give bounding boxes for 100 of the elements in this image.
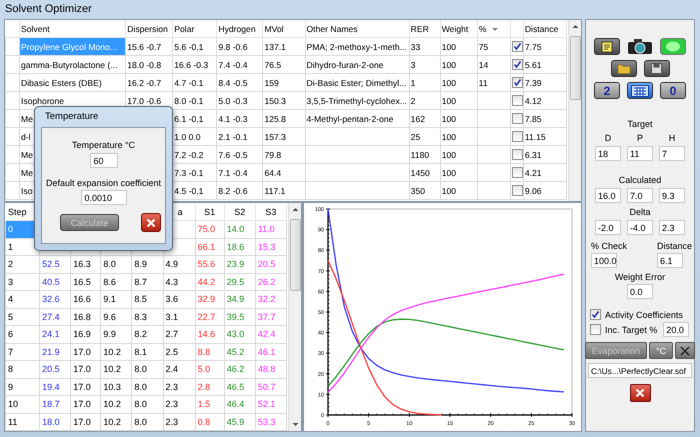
- table-cell: 16.8: [73, 312, 91, 322]
- checkbox[interactable]: [512, 113, 522, 124]
- table-cell: 29.5: [226, 276, 244, 287]
- table-cell: 3,5,5-Trimethyl-cyclohex...: [306, 96, 407, 106]
- table-cell: 40.5: [42, 276, 60, 287]
- field-label: D: [604, 133, 612, 143]
- table-cell: 10.2: [103, 346, 121, 357]
- step-number[interactable]: 8: [8, 364, 14, 374]
- table-cell: 2.7: [166, 329, 178, 340]
- close-icon: [635, 388, 645, 398]
- toolbar-button[interactable]: 0: [660, 82, 686, 99]
- table-cell: 39.5: [226, 312, 244, 322]
- solvent-name[interactable]: d-l: [21, 132, 31, 142]
- solvent-name[interactable]: Me: [21, 150, 33, 160]
- table-cell: 8.0: [134, 364, 147, 374]
- table-cell: 7.1 -0.4: [218, 168, 248, 178]
- input-field[interactable]: 7.0: [627, 188, 653, 203]
- input-field[interactable]: 9.3: [659, 188, 685, 203]
- input-field[interactable]: 100.0: [591, 253, 617, 268]
- table-cell: 17.0: [73, 364, 91, 374]
- table-cell: 33: [410, 42, 420, 52]
- field-label: Weight Error: [614, 272, 666, 282]
- input-field[interactable]: -4.0: [627, 220, 653, 235]
- table-cell: 100: [442, 60, 456, 70]
- step-number[interactable]: 2: [8, 259, 14, 270]
- solvent-name[interactable]: Me: [21, 168, 33, 178]
- table-cell: 10.2: [103, 416, 121, 427]
- camera-icon[interactable]: [627, 38, 653, 55]
- checkbox[interactable]: [590, 309, 601, 320]
- table-cell: 16.9: [73, 329, 91, 340]
- table-cell: 137.1: [264, 42, 286, 52]
- temperature-field[interactable]: 60: [90, 153, 118, 168]
- table-cell: 42.4: [258, 329, 276, 340]
- checkbox[interactable]: [512, 41, 522, 52]
- input-field[interactable]: 18: [595, 146, 621, 161]
- table-cell: 20.5: [42, 364, 60, 374]
- table-cell: 100: [442, 42, 456, 52]
- notepad-button[interactable]: [594, 38, 620, 55]
- checkbox[interactable]: [512, 59, 522, 70]
- column-header[interactable]: a: [178, 207, 183, 217]
- step-number[interactable]: 7: [8, 346, 14, 357]
- notepad-icon: [601, 40, 613, 52]
- table-cell: 15.3: [258, 242, 276, 252]
- table-cell: 43.0: [226, 329, 244, 340]
- checkbox[interactable]: [512, 77, 522, 88]
- input-field[interactable]: 7: [659, 146, 685, 161]
- step-number[interactable]: 4: [8, 294, 14, 304]
- step-number[interactable]: 3: [8, 276, 14, 287]
- input-field[interactable]: 11: [627, 146, 653, 161]
- table-cell: 8.9: [134, 259, 147, 270]
- input-field[interactable]: 16.0: [595, 188, 621, 203]
- coefficient-field[interactable]: 0.0010: [80, 190, 126, 205]
- close-button[interactable]: [675, 342, 696, 359]
- step-number[interactable]: 6: [8, 329, 14, 340]
- checkbox[interactable]: [590, 324, 601, 335]
- open-button[interactable]: [610, 60, 636, 77]
- table-cell: 48.8: [258, 364, 276, 374]
- calculator-icon: [631, 84, 649, 96]
- step-number[interactable]: 11: [8, 416, 18, 427]
- file-path-field[interactable]: C:\Us...\PerfectlyClear.sof: [588, 363, 692, 378]
- toolbar-button[interactable]: 2: [594, 82, 620, 99]
- input-field[interactable]: 6.1: [656, 253, 683, 268]
- checkbox[interactable]: [512, 185, 522, 196]
- input-field[interactable]: 2.3: [659, 220, 685, 235]
- checkbox[interactable]: [512, 149, 522, 160]
- step-number[interactable]: 1: [8, 242, 14, 252]
- checkbox[interactable]: [512, 167, 522, 178]
- close-button[interactable]: [630, 384, 650, 402]
- table-cell: 10.2: [103, 364, 121, 374]
- table-cell: 9.9: [103, 329, 116, 340]
- section-label: Target: [627, 119, 652, 129]
- input-field[interactable]: 20.0: [663, 322, 690, 337]
- table-cell: 46.5: [226, 382, 244, 392]
- column-header[interactable]: Solvent: [21, 24, 50, 34]
- table-cell: 0.8: [198, 416, 210, 427]
- table-cell: 157.3: [264, 132, 286, 142]
- field-label: % Check: [591, 241, 628, 251]
- table-cell: 9.1: [103, 294, 116, 304]
- step-number[interactable]: 5: [8, 312, 14, 322]
- input-field[interactable]: 0.0: [627, 284, 653, 299]
- table-cell: 14.0: [226, 224, 244, 234]
- scrollbar[interactable]: [288, 203, 301, 431]
- table-cell: 23.9: [226, 259, 244, 270]
- checkbox[interactable]: [512, 131, 522, 142]
- step-number[interactable]: 9: [8, 382, 14, 392]
- table-cell: 75: [478, 42, 488, 52]
- calculator-button[interactable]: [627, 82, 653, 99]
- field-label: H: [668, 133, 676, 143]
- save-button[interactable]: [644, 60, 670, 77]
- table-cell: 3.6: [166, 294, 178, 304]
- close-button[interactable]: [141, 213, 162, 232]
- scrollbar[interactable]: [568, 20, 581, 201]
- step-number[interactable]: 10: [8, 399, 18, 410]
- solvent-name[interactable]: Iso: [21, 186, 32, 196]
- checkbox[interactable]: [512, 95, 522, 106]
- table-cell: 50.7: [258, 382, 276, 392]
- solvent-name[interactable]: Me: [21, 114, 33, 124]
- column-header[interactable]: %: [478, 24, 486, 34]
- table-cell: 32.9: [198, 294, 216, 304]
- input-field[interactable]: -2.0: [595, 220, 621, 235]
